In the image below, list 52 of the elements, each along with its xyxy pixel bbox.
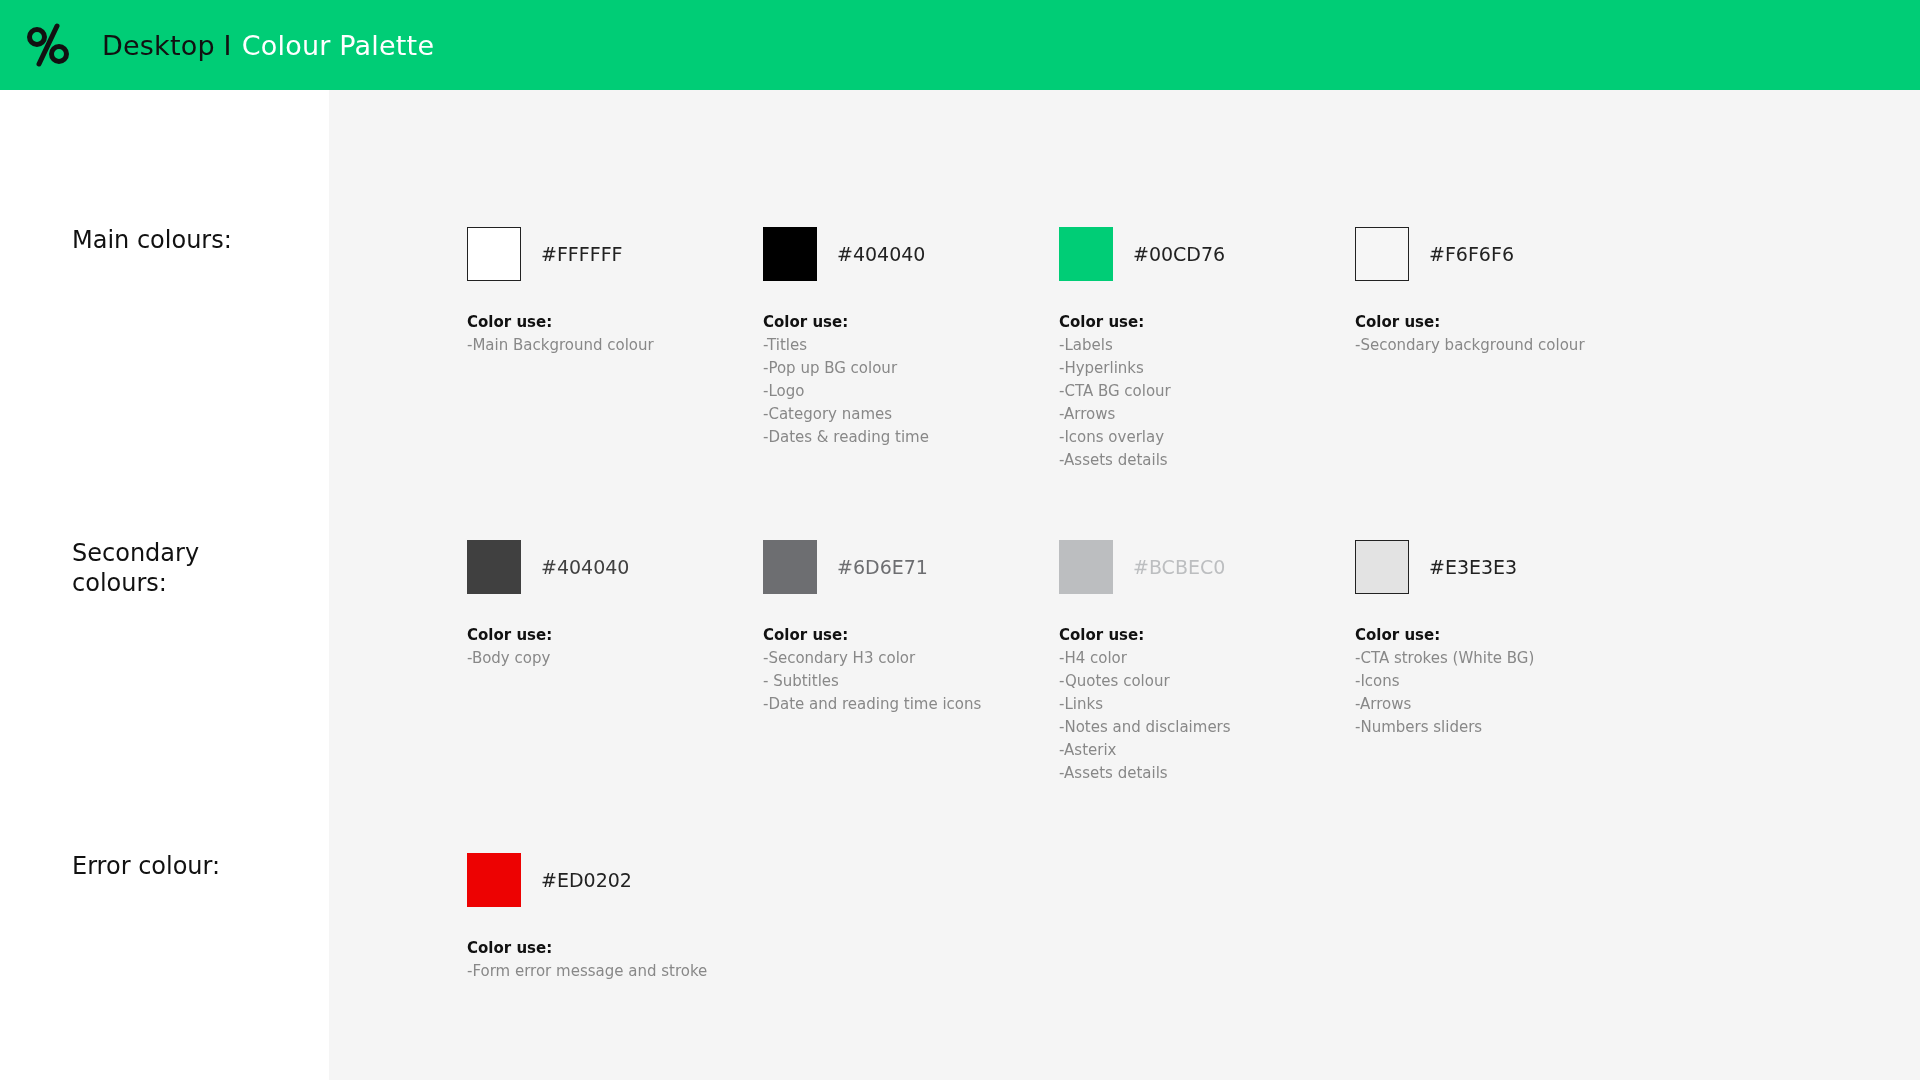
colour-use-item: -Logo [763, 381, 806, 402]
colour-use-item: -Secondary H3 color [763, 648, 917, 669]
colour-use-item: -Quotes colour [1059, 671, 1171, 692]
section-heading: Main colours: [72, 225, 233, 256]
section-heading: Secondary colours: [72, 538, 201, 599]
colour-use-item: -Icons overlay [1059, 427, 1166, 448]
hex-code: #404040 [837, 243, 926, 265]
colour-use-item: -Numbers sliders [1355, 717, 1484, 738]
colour-use-item: -Asterix [1059, 740, 1118, 761]
colour-use-item: -Assets details [1059, 450, 1169, 471]
hex-code: #F6F6F6 [1429, 243, 1514, 265]
logo-icon [26, 23, 72, 67]
colour-use-item: -Form error message and stroke [467, 961, 709, 982]
hex-code: #ED0202 [541, 869, 632, 891]
colour-use-item: -Labels [1059, 335, 1114, 356]
colour-use-item: -H4 color [1059, 648, 1128, 669]
colour-use-item: -Arrows [1059, 404, 1117, 425]
colour-use-item: -Notes and disclaimers [1059, 717, 1232, 738]
hex-code: #BCBEC0 [1133, 556, 1226, 578]
colour-use-item: -Links [1059, 694, 1104, 715]
colour-use-item: -Body copy [467, 648, 552, 669]
hex-code: #E3E3E3 [1429, 556, 1518, 578]
hex-code: #6D6E71 [837, 556, 928, 578]
colour-use-item: -Dates & reading time [763, 427, 930, 448]
colour-use-item: -CTA strokes (White BG) [1355, 648, 1536, 669]
colour-use-item: -Category names [763, 404, 894, 425]
colour-use-heading: Color use: [467, 312, 554, 333]
section-heading: Error colour: [72, 851, 222, 882]
colour-use-item: -Arrows [1355, 694, 1413, 715]
colour-use-heading: Color use: [1355, 625, 1442, 646]
colour-use-heading: Color use: [1059, 625, 1146, 646]
colour-use-item: -Main Background colour [467, 335, 655, 356]
colour-use-heading: Color use: [1355, 312, 1442, 333]
colour-use-heading: Color use: [467, 938, 554, 959]
colour-use-item: -Titles [763, 335, 808, 356]
colour-use-item: -Pop up BG colour [763, 358, 899, 379]
hex-code: #404040 [541, 556, 630, 578]
header-title-prefix: Desktop I [102, 29, 232, 61]
colour-use-item: -Date and reading time icons [763, 694, 983, 715]
colour-use-heading: Color use: [1059, 312, 1146, 333]
hex-code: #FFFFFF [541, 243, 623, 265]
colour-use-item: -Hyperlinks [1059, 358, 1145, 379]
colour-use-heading: Color use: [763, 625, 850, 646]
colour-use-item: -Assets details [1059, 763, 1169, 784]
header-title: Colour Palette [241, 29, 435, 61]
colour-use-heading: Color use: [763, 312, 850, 333]
colour-use-heading: Color use: [467, 625, 554, 646]
hex-code: #00CD76 [1133, 243, 1226, 265]
colour-use-item: -Secondary background colour [1355, 335, 1586, 356]
colour-use-item: -CTA BG colour [1059, 381, 1172, 402]
colour-use-item: -Icons [1355, 671, 1401, 692]
colour-use-item: - Subtitles [763, 671, 840, 692]
